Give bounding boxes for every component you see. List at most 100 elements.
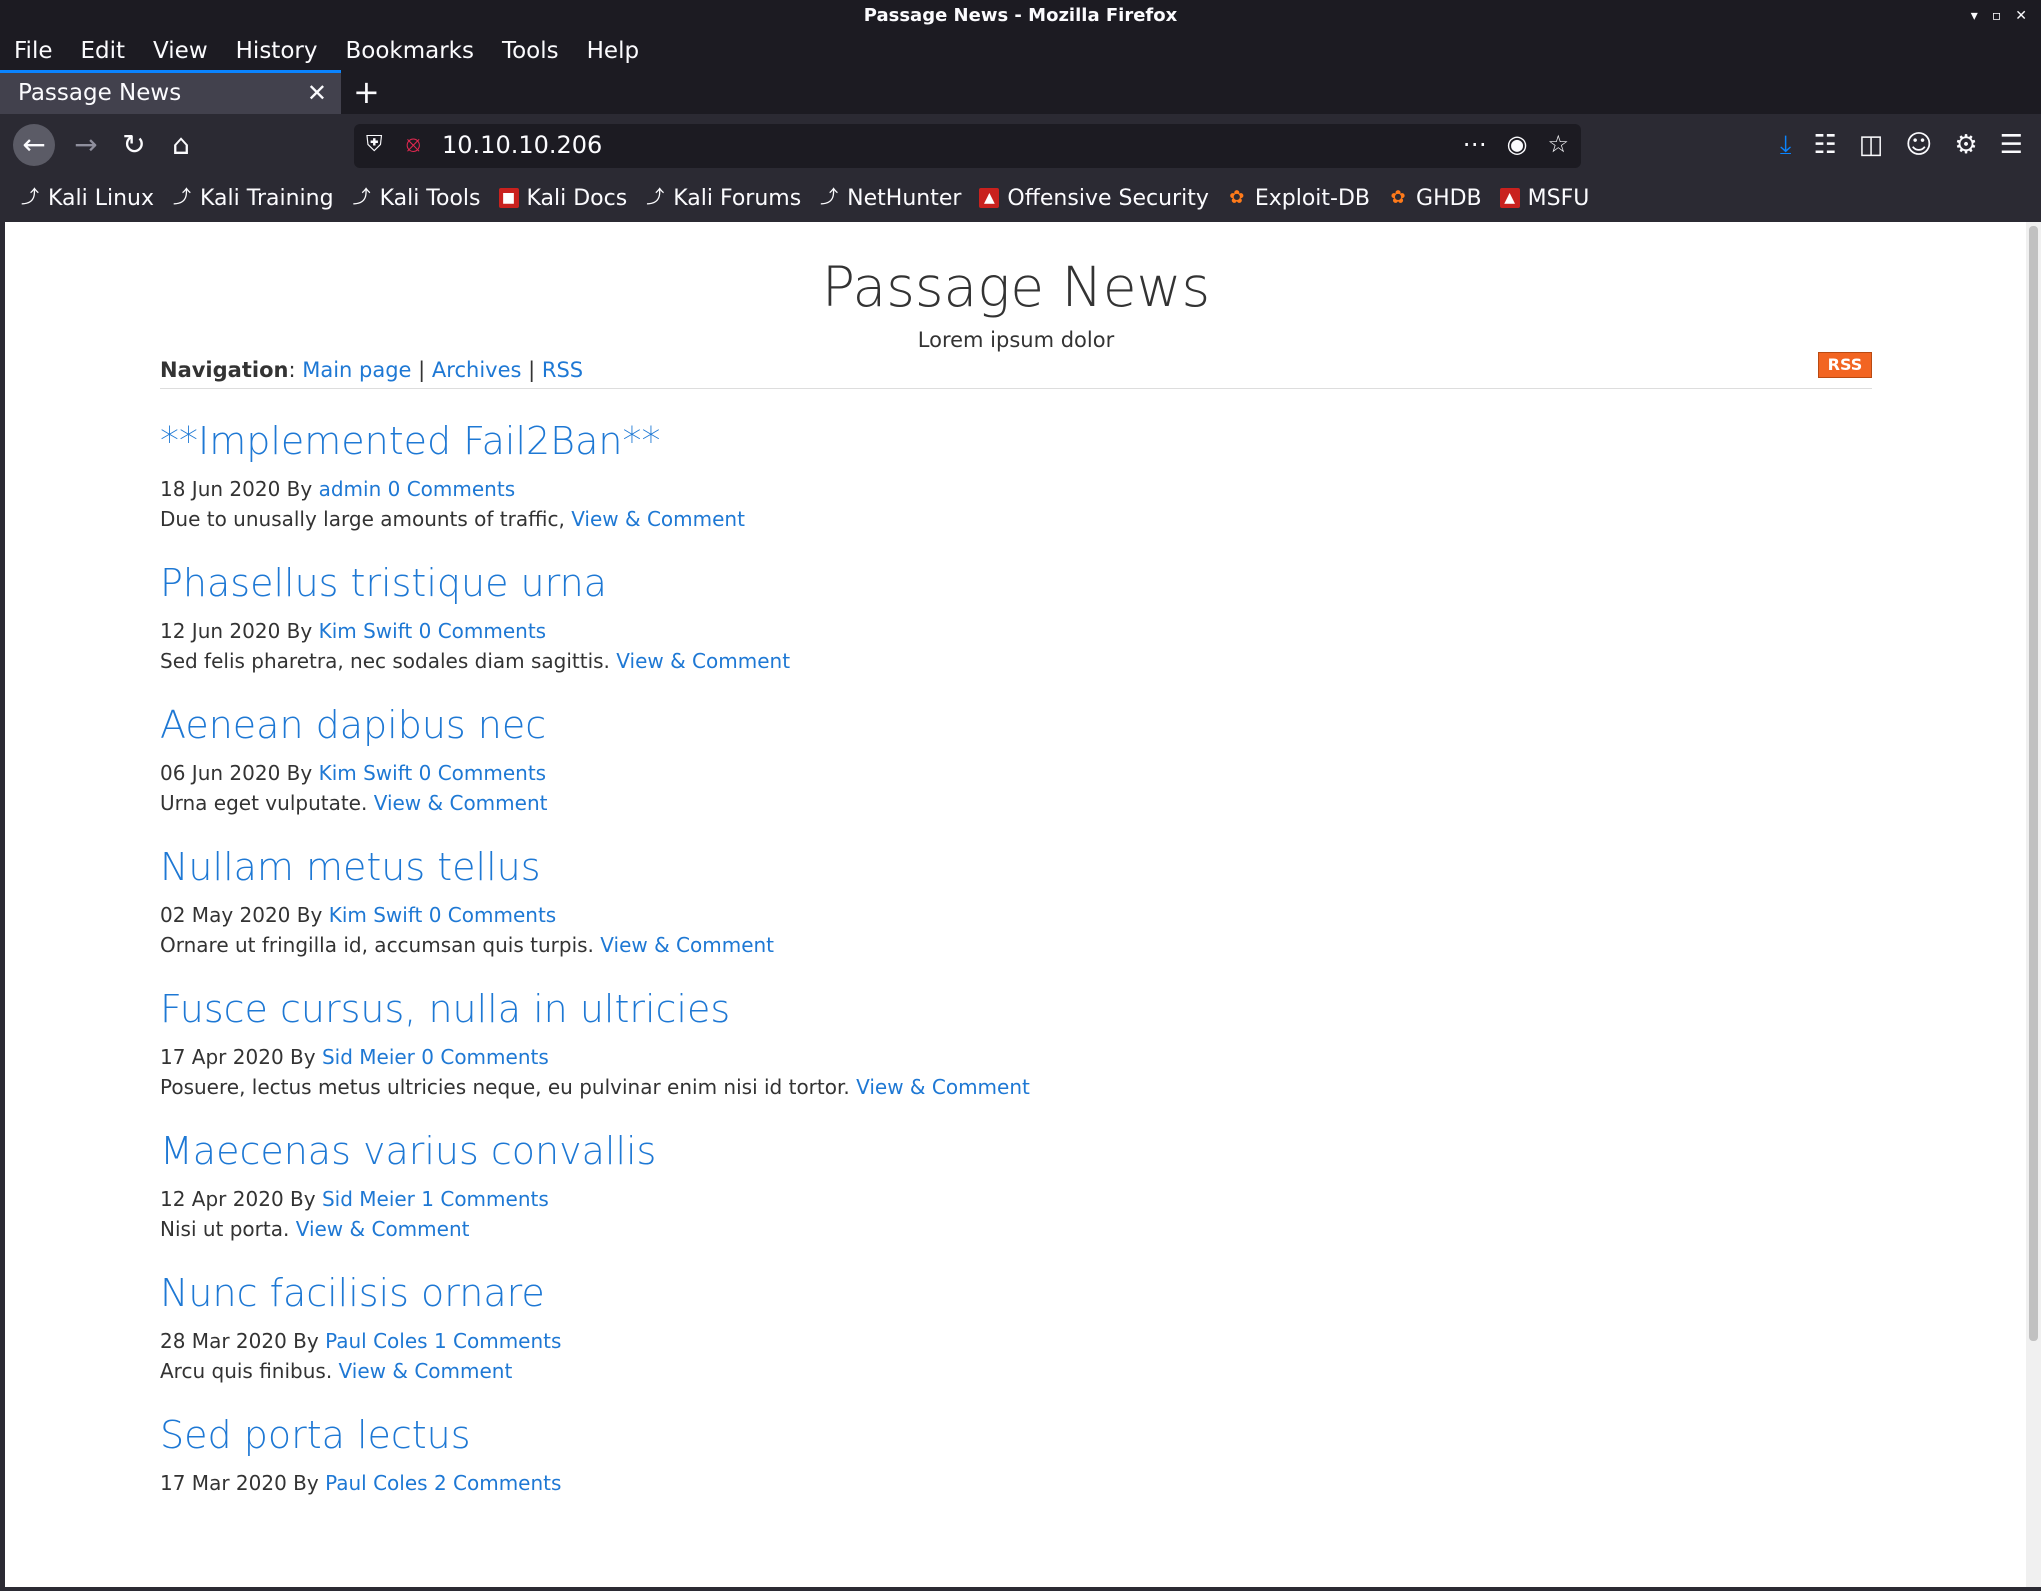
new-tab-icon[interactable]: + — [353, 72, 380, 112]
scrollbar-thumb[interactable] — [2029, 226, 2038, 1341]
post-author[interactable]: Kim Swift — [319, 619, 413, 643]
nav-archives[interactable]: Archives — [432, 358, 522, 382]
dragon-icon: ⤴ — [173, 187, 192, 208]
bookmark-kali-docs[interactable]: ■ Kali Docs — [498, 186, 627, 211]
home-icon[interactable]: ⌂ — [160, 124, 202, 166]
bug-icon: ✿ — [1390, 187, 1406, 208]
dragon-icon: ⤴ — [646, 187, 665, 208]
bug-icon: ✿ — [1229, 187, 1245, 208]
post-item: Aenean dapibus nec 06 Jun 2020 By Kim Sw… — [160, 703, 1872, 815]
menu-edit[interactable]: Edit — [67, 38, 140, 64]
nav-main-page[interactable]: Main page — [302, 358, 411, 382]
post-title[interactable]: Phasellus tristique urna — [160, 561, 1872, 605]
post-comments[interactable]: 1 Comments — [421, 1187, 549, 1211]
shield-icon[interactable]: ⛨ — [366, 132, 383, 157]
post-author[interactable]: Sid Meier — [322, 1187, 415, 1211]
reload-icon[interactable]: ↻ — [113, 124, 155, 166]
view-comment-link[interactable]: View & Comment — [856, 1075, 1030, 1099]
rss-badge-icon[interactable]: RSS — [1818, 352, 1872, 378]
menu-view[interactable]: View — [139, 38, 222, 64]
post-meta: 18 Jun 2020 By admin 0 Comments — [160, 477, 516, 501]
post-comments[interactable]: 1 Comments — [434, 1329, 562, 1353]
extension-icon[interactable]: ⚙ — [1954, 130, 1977, 161]
tab-passage-news[interactable]: Passage News ✕ — [0, 70, 341, 114]
post-author[interactable]: Paul Coles — [325, 1471, 428, 1495]
view-comment-link[interactable]: View & Comment — [296, 1217, 470, 1241]
post-comments[interactable]: 0 Comments — [421, 1045, 549, 1069]
view-comment-link[interactable]: View & Comment — [374, 791, 548, 815]
maximize-icon[interactable]: ▫ — [1992, 0, 2002, 32]
menu-file[interactable]: File — [0, 38, 67, 64]
post-meta: 12 Apr 2020 By Sid Meier 1 Comments — [160, 1187, 549, 1211]
blog-page: Passage News Lorem ipsum dolor Navigatio… — [160, 222, 1872, 1495]
pocket-icon[interactable]: ◉ — [1507, 130, 1528, 158]
post-title[interactable]: Fusce cursus, nulla in ultricies — [160, 987, 1872, 1031]
minimize-icon[interactable]: ▾ — [1971, 0, 1978, 32]
post-author[interactable]: Sid Meier — [322, 1045, 415, 1069]
bookmark-ghdb[interactable]: ✿ GHDB — [1388, 186, 1481, 211]
view-comment-link[interactable]: View & Comment — [571, 507, 745, 531]
post-author[interactable]: Kim Swift — [329, 903, 423, 927]
bookmark-star-icon[interactable]: ☆ — [1547, 130, 1569, 158]
bookmark-kali-training[interactable]: ⤴ Kali Training — [172, 186, 334, 211]
red-doc-icon: ■ — [498, 188, 519, 208]
close-icon[interactable]: ✕ — [307, 73, 327, 113]
bookmark-msfu[interactable]: ▲ MSFU — [1499, 186, 1589, 211]
post-comments[interactable]: 2 Comments — [434, 1471, 562, 1495]
hamburger-menu-icon[interactable]: ☰ — [2000, 130, 2023, 161]
site-tagline: Lorem ipsum dolor — [917, 328, 1115, 352]
view-comment-link[interactable]: View & Comment — [339, 1359, 513, 1383]
post-meta: 17 Apr 2020 By Sid Meier 0 Comments — [160, 1045, 549, 1069]
menu-bookmarks[interactable]: Bookmarks — [331, 38, 488, 64]
post-title[interactable]: Nunc facilisis ornare — [160, 1271, 1872, 1315]
view-comment-link[interactable]: View & Comment — [616, 649, 790, 673]
bookmark-exploit-db[interactable]: ✿ Exploit-DB — [1227, 186, 1370, 211]
post-title[interactable]: Maecenas varius convallis — [160, 1129, 1872, 1173]
menu-history[interactable]: History — [222, 38, 332, 64]
page-actions-icon[interactable]: ⋯ — [1463, 130, 1487, 158]
insecure-lock-icon[interactable]: ⦻ — [406, 132, 421, 157]
post-excerpt: Due to unusally large amounts of traffic… — [160, 507, 745, 531]
bookmark-kali-forums[interactable]: ⤴ Kali Forums — [645, 186, 801, 211]
bookmark-nethunter[interactable]: ⤴ NetHunter — [819, 186, 961, 211]
post-comments[interactable]: 0 Comments — [388, 477, 516, 501]
menu-bar: File Edit View History Bookmarks Tools H… — [0, 32, 2041, 70]
menu-help[interactable]: Help — [573, 38, 653, 64]
post-title[interactable]: **Implemented Fail2Ban** — [160, 419, 1872, 463]
post-comments[interactable]: 0 Comments — [429, 903, 557, 927]
post-title[interactable]: Aenean dapibus nec — [160, 703, 1872, 747]
post-comments[interactable]: 0 Comments — [419, 619, 547, 643]
bookmark-kali-linux[interactable]: ⤴ Kali Linux — [20, 186, 154, 211]
post-item: Phasellus tristique urna 12 Jun 2020 By … — [160, 561, 1872, 673]
page-scrollbar[interactable] — [2026, 222, 2041, 1587]
back-icon[interactable]: ← — [13, 124, 55, 166]
url-text[interactable]: 10.10.10.206 — [442, 131, 602, 159]
post-author[interactable]: Kim Swift — [319, 761, 413, 785]
post-item: Sed porta lectus 17 Mar 2020 By Paul Col… — [160, 1413, 1872, 1495]
url-bar[interactable]: ⛨ ⦻ 10.10.10.206 ⋯ ◉ ☆ — [354, 124, 1581, 168]
library-icon[interactable]: ☷ — [1813, 130, 1836, 161]
site-title: Passage News — [821, 255, 1211, 319]
window-controls: ▾ ▫ ✕ — [1971, 0, 2027, 32]
post-title[interactable]: Nullam metus tellus — [160, 845, 1872, 889]
nav-rss[interactable]: RSS — [542, 358, 583, 382]
account-icon[interactable]: ☺ — [1905, 130, 1932, 161]
menu-tools[interactable]: Tools — [488, 38, 573, 64]
flask-icon: ▲ — [1499, 188, 1520, 208]
post-excerpt: Nisi ut porta. View & Comment — [160, 1217, 470, 1241]
post-title[interactable]: Sed porta lectus — [160, 1413, 1872, 1457]
post-excerpt: Arcu quis finibus. View & Comment — [160, 1359, 513, 1383]
post-author[interactable]: admin — [319, 477, 382, 501]
close-window-icon[interactable]: ✕ — [2015, 0, 2027, 32]
post-excerpt: Sed felis pharetra, nec sodales diam sag… — [160, 649, 791, 673]
bookmark-kali-tools[interactable]: ⤴ Kali Tools — [352, 186, 481, 211]
download-icon[interactable]: ⤓ — [1780, 130, 1792, 161]
flask-icon: ▲ — [979, 188, 1000, 208]
post-item: Fusce cursus, nulla in ultricies 17 Apr … — [160, 987, 1872, 1099]
view-comment-link[interactable]: View & Comment — [600, 933, 774, 957]
sidebar-icon[interactable]: ◫ — [1859, 130, 1884, 161]
post-comments[interactable]: 0 Comments — [419, 761, 547, 785]
bookmark-offensive-security[interactable]: ▲ Offensive Security — [979, 186, 1209, 211]
forward-icon[interactable]: → — [65, 124, 107, 166]
post-author[interactable]: Paul Coles — [325, 1329, 428, 1353]
